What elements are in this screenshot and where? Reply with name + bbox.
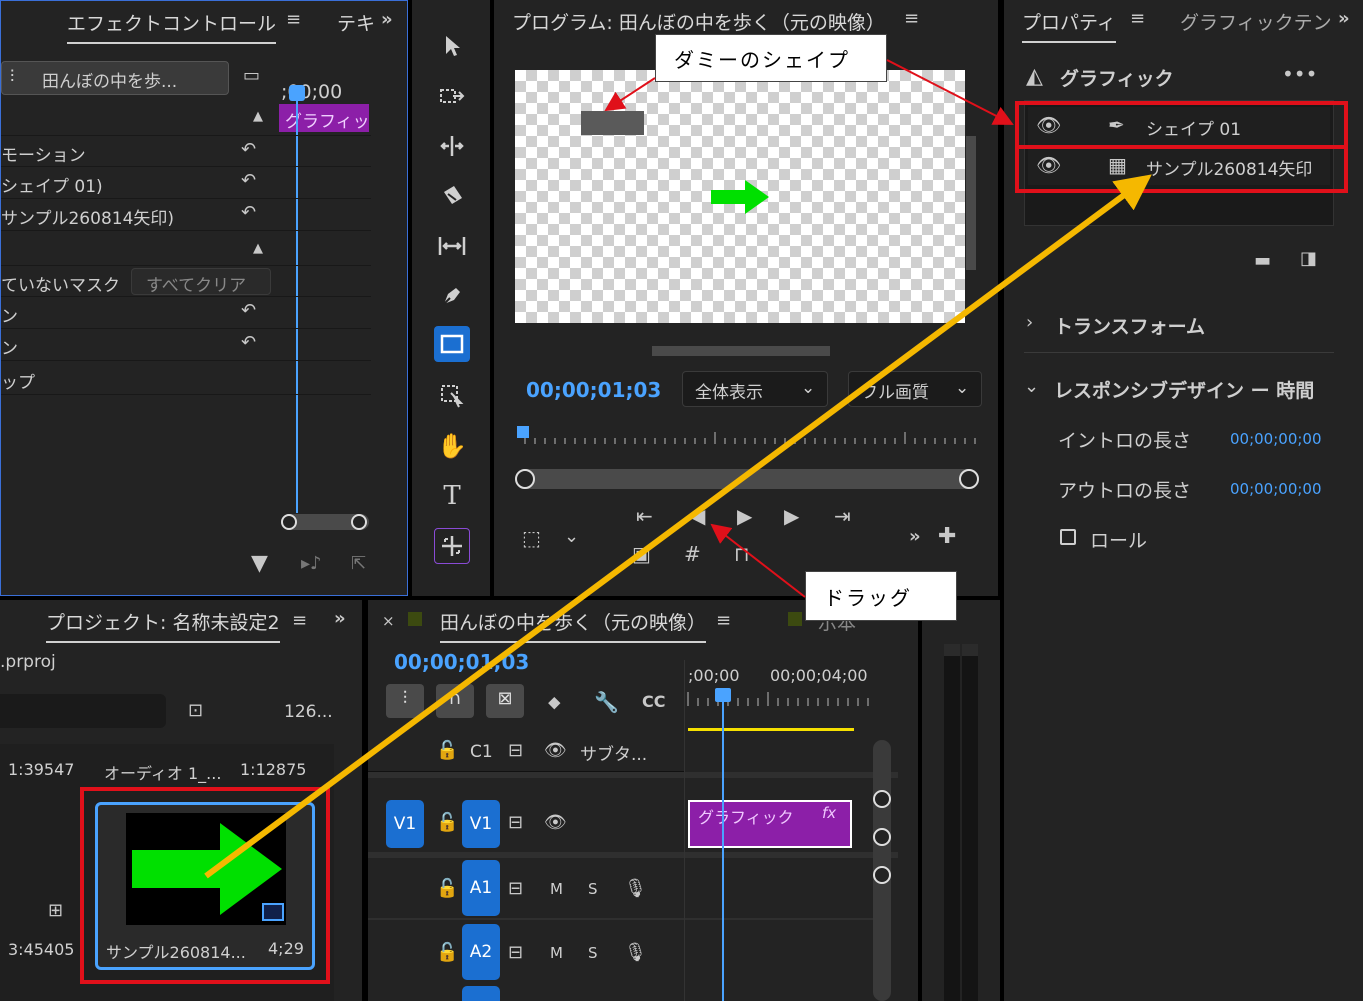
annotation-arrows: [204, 59, 1152, 879]
